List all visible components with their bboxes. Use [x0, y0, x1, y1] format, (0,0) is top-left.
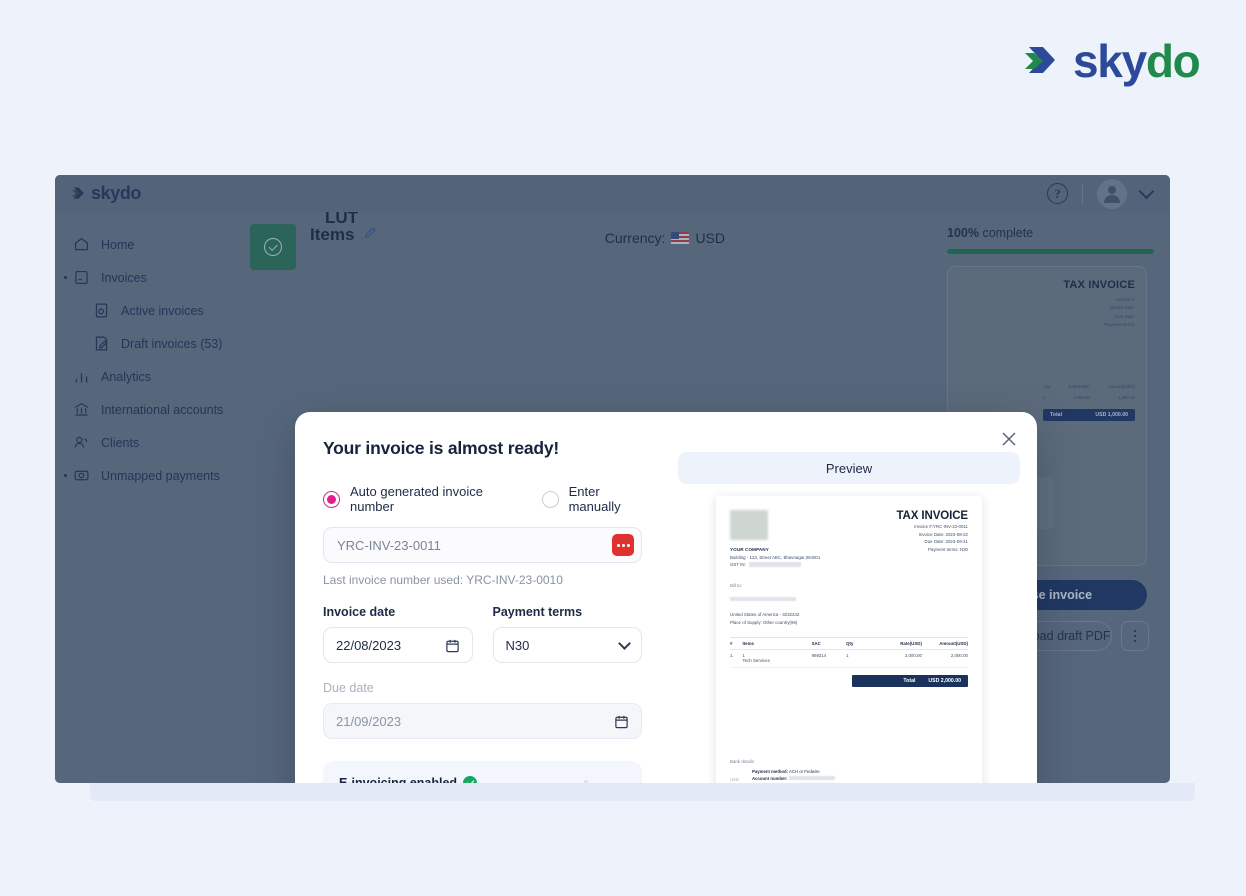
- doc-line-items-table: # Items SAC Qty Rate(USD) Amount(USD) 1.…: [730, 636, 968, 687]
- red-dots-badge-icon[interactable]: [612, 534, 634, 556]
- bill-to-name-redacted: [730, 596, 796, 601]
- doc-meta-line: Invoice #:YRC-INV-23-0011: [914, 524, 968, 530]
- bill-to-line2: Place of Supply: Other country(96): [730, 619, 798, 625]
- table-row: 1. 1 Tech Services 998314 1 2,000.00 2,0…: [730, 650, 968, 668]
- modal-title: Your invoice is almost ready!: [323, 438, 560, 458]
- company-logo-placeholder: [730, 510, 768, 540]
- doc-company-block: YOUR COMPANY Building - 123, Street ABC,…: [730, 510, 820, 567]
- doc-total-bar: Total USD 2,000.00: [852, 674, 968, 687]
- calendar-icon: [614, 714, 629, 729]
- company-info: YOUR COMPANY Building - 123, Street ABC,…: [730, 547, 820, 567]
- bank-currency-tag: USD: [730, 776, 739, 782]
- doc-title: TAX INVOICE: [896, 510, 968, 522]
- radio-auto-generated-label: Auto generated invoice number: [350, 484, 483, 514]
- invoice-document-preview[interactable]: YOUR COMPANY Building - 123, Street ABC,…: [716, 496, 982, 783]
- skydo-logo-mark: [1023, 39, 1067, 83]
- payment-terms-field: Payment terms N30: [492, 605, 642, 663]
- green-check-badge-icon: [463, 776, 478, 783]
- skydo-logo-text: skydo: [1073, 35, 1201, 87]
- invoice-date-label: Invoice date: [323, 605, 396, 619]
- doc-meta-line: Invoice Date: 2023-08-22: [918, 531, 968, 537]
- bank-details-label: Bank details: [730, 758, 754, 764]
- svg-text:$: $: [593, 782, 599, 783]
- payment-terms-select[interactable]: N30: [492, 627, 642, 663]
- cell-qty: 1: [846, 653, 849, 658]
- invoice-number-mode-group: Auto generated invoice number Enter manu…: [323, 484, 642, 514]
- calendar-icon[interactable]: [445, 638, 460, 653]
- date-terms-row: Invoice date 22/08/2023 Payment terms N3…: [323, 605, 642, 663]
- due-date-field: Due date 21/09/2023: [323, 681, 642, 739]
- bank-details-box: USD Payment method: ACH or Fedwire Accou…: [730, 768, 946, 783]
- bill-to-label: Bill to:: [730, 583, 742, 588]
- einvoicing-title-row: E-invoicing enabled: [339, 776, 568, 783]
- bank-key: Payment method:: [752, 768, 789, 774]
- cell-number: 1.: [730, 653, 734, 658]
- invoice-date-value: 22/08/2023: [336, 637, 402, 653]
- doc-meta-block: TAX INVOICE Invoice #:YRC-INV-23-0011 In…: [896, 510, 968, 567]
- company-gst: GST IN:: [730, 562, 820, 567]
- company-address: Building - 123, Street ABC, Bhavnagar,36…: [730, 554, 821, 560]
- logo-text-do: do: [1145, 35, 1201, 87]
- due-date-input: 21/09/2023: [323, 703, 642, 739]
- payment-terms-value: N30: [505, 637, 530, 653]
- doc-total-label: Total: [903, 677, 916, 684]
- modal-preview-pane: Preview YOUR COMPANY Building - 123, Str…: [670, 412, 1037, 783]
- close-icon[interactable]: [1000, 430, 1018, 448]
- einvoicing-card: E-invoicing enabled Click 'Generate e-in…: [323, 761, 642, 783]
- einvoicing-text: E-invoicing enabled Click 'Generate e-in…: [339, 776, 568, 783]
- app-window: skydo ? Home Invoices Active invoices Dr…: [55, 175, 1170, 783]
- due-date-label: Due date: [323, 681, 374, 695]
- cell-amount: 2,000.00: [950, 653, 968, 658]
- invoice-ready-modal: Your invoice is almost ready! Auto gener…: [295, 412, 1037, 783]
- invoice-number-value: YRC-INV-23-0011: [337, 537, 441, 553]
- preview-header: Preview: [678, 452, 1020, 484]
- doc-bill-to: Bill to: United States of America - 3232…: [730, 583, 968, 625]
- invoice-date-input[interactable]: 22/08/2023: [323, 627, 473, 663]
- skydo-logo: skydo: [1023, 35, 1201, 87]
- col-items: Items: [742, 640, 754, 646]
- last-invoice-hint: Last invoice number used: YRC-INV-23-001…: [323, 573, 563, 587]
- radio-enter-manually[interactable]: [541, 490, 559, 508]
- bank-key: Account number:: [752, 776, 788, 782]
- col-rate: Rate(USD): [900, 640, 922, 646]
- radio-enter-manually-label: Enter manually: [568, 484, 621, 514]
- cell-rate: 2,000.00: [904, 653, 922, 658]
- col-number: #: [730, 640, 733, 646]
- window-shadow-card: [90, 783, 1195, 801]
- bank-rows: Payment method: ACH or Fedwire Account n…: [752, 768, 946, 783]
- gst-label: GST IN:: [730, 562, 746, 567]
- doc-header: YOUR COMPANY Building - 123, Street ABC,…: [730, 510, 968, 567]
- cell-sac: 998314: [811, 653, 827, 658]
- doc-total-value: USD 2,000.00: [928, 677, 961, 684]
- col-sac: SAC: [811, 640, 821, 646]
- invoice-number-input[interactable]: YRC-INV-23-0011: [323, 527, 642, 563]
- doc-meta-line: Due Date: 2023-09-21: [924, 539, 968, 545]
- due-date-value: 21/09/2023: [336, 713, 402, 729]
- company-name: YOUR COMPANY: [730, 547, 769, 552]
- radio-auto-generated[interactable]: [323, 490, 340, 508]
- invoice-qr-illustration-icon: $: [580, 776, 626, 783]
- logo-text-sky: sky: [1073, 35, 1147, 87]
- cell-item: 1 Tech Services: [742, 653, 811, 663]
- gst-value-redacted: [748, 562, 801, 567]
- bank-row: Payment method: ACH or Fedwire: [752, 768, 946, 776]
- col-amount: Amount(USD): [939, 640, 968, 646]
- table-header-row: # Items SAC Qty Rate(USD) Amount(USD): [730, 636, 968, 650]
- doc-bank-details: Bank details USD Payment method: ACH or …: [730, 759, 946, 783]
- invoice-date-field: Invoice date 22/08/2023: [323, 605, 473, 663]
- bank-val: ACH or Fedwire: [789, 768, 820, 774]
- chevron-down-icon[interactable]: [618, 637, 631, 650]
- bank-row: Account number:: [752, 775, 946, 783]
- einvoicing-title: E-invoicing enabled: [339, 776, 458, 783]
- payment-terms-label: Payment terms: [492, 605, 583, 619]
- cell-item-sub: Tech Services: [742, 658, 770, 663]
- col-qty: Qty: [846, 640, 854, 646]
- modal-left-pane: Your invoice is almost ready! Auto gener…: [295, 412, 670, 783]
- bill-to-line1: United States of America - 3232232: [730, 612, 800, 617]
- doc-meta-line: Payment terms: N30: [927, 546, 968, 552]
